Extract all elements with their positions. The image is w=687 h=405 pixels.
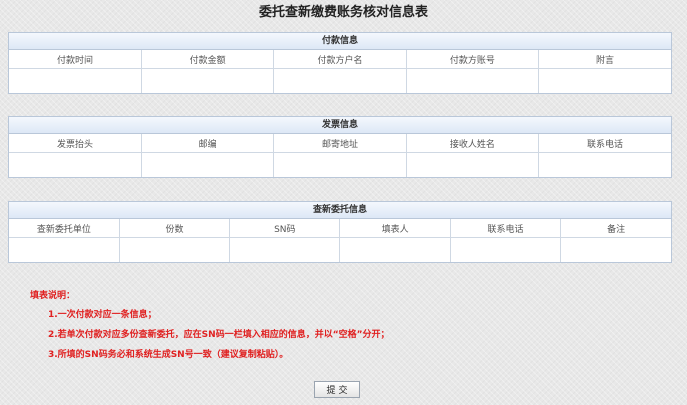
commission-section-header: 查新委托信息 [9,202,671,219]
invoice-col-recipient: 接收人姓名 [406,134,540,153]
payment-payer-name-input[interactable] [274,69,406,93]
commission-filler-input[interactable] [340,238,450,262]
page-title: 委托查新缴费账务核对信息表 [258,5,428,20]
instructions-title: 填表说明： [30,291,76,301]
commission-sn-input[interactable] [230,238,340,262]
instructions: 填表说明： 1.一次付款对应一条信息； 2.若单次付款对应多份查新委托，应在SN… [30,288,390,369]
invoice-phone-cell [539,153,671,177]
commission-col-copies: 份数 [119,219,231,238]
payment-remark-input[interactable] [539,69,671,93]
invoice-phone-input[interactable] [539,153,671,177]
commission-col-sn: SN码 [229,219,341,238]
commission-col-notes: 备注 [560,219,671,238]
invoice-section: 发票信息 发票抬头 邮编 邮寄地址 接收人姓名 联系电话 [8,116,672,178]
payment-col-payer-name: 付款方户名 [273,50,407,69]
payment-col-remark: 附言 [538,50,671,69]
invoice-title-cell [9,152,142,177]
payment-table: 付款时间 付款金额 付款方户名 付款方账号 附言 [9,50,671,93]
invoice-table: 发票抬头 邮编 邮寄地址 接收人姓名 联系电话 [9,134,671,177]
invoice-title-input[interactable] [9,153,141,177]
invoice-col-title: 发票抬头 [9,134,142,153]
commission-phone-cell [450,237,562,262]
commission-col-filler: 填表人 [339,219,451,238]
invoice-recipient-input[interactable] [406,153,539,177]
invoice-recipient-cell [406,152,540,177]
commission-section: 查新委托信息 查新委托单位 份数 SN码 填表人 联系电话 备注 [8,201,672,263]
commission-filler-cell [339,237,451,262]
commission-table: 查新委托单位 份数 SN码 填表人 联系电话 备注 [9,219,671,262]
invoice-section-header: 发票信息 [9,117,671,134]
payment-remark-cell [539,69,671,93]
payment-col-amount: 付款金额 [141,50,275,69]
payment-time-cell [9,68,142,93]
instruction-item: 2.若单次付款对应多份查新委托，应在SN码一栏填入相应的信息，并以“空格”分开； [48,330,390,340]
payment-col-time: 付款时间 [9,50,142,69]
commission-copies-input[interactable] [119,238,230,262]
payment-payer-account-cell [406,68,540,93]
commission-notes-input[interactable] [561,238,671,262]
commission-unit-input[interactable] [9,238,119,262]
commission-copies-cell [119,237,231,262]
payment-amount-input[interactable] [141,69,274,93]
invoice-postcode-input[interactable] [141,153,274,177]
payment-section: 付款信息 付款时间 付款金额 付款方户名 付款方账号 附言 [8,32,672,94]
payment-payer-account-input[interactable] [406,69,539,93]
commission-col-unit: 查新委托单位 [9,219,120,238]
payment-payer-name-cell [273,68,407,93]
payment-time-input[interactable] [9,69,141,93]
invoice-col-postcode: 邮编 [141,134,275,153]
payment-col-payer-account: 付款方账号 [406,50,540,69]
invoice-address-cell [273,152,407,177]
payment-section-header: 付款信息 [9,33,671,50]
submit-button[interactable]: 提交 [314,381,360,398]
invoice-address-input[interactable] [274,153,406,177]
commission-col-phone: 联系电话 [450,219,562,238]
commission-sn-cell [229,237,341,262]
invoice-col-address: 邮寄地址 [273,134,407,153]
invoice-postcode-cell [141,152,275,177]
commission-phone-input[interactable] [450,238,561,262]
invoice-col-phone: 联系电话 [538,134,671,153]
commission-unit-cell [9,237,120,262]
instruction-item: 3.所填的SN码务必和系统生成SN号一致（建议复制粘贴）。 [48,350,289,360]
commission-notes-cell [561,238,671,262]
payment-amount-cell [141,68,275,93]
instruction-item: 1.一次付款对应一条信息； [48,310,157,320]
